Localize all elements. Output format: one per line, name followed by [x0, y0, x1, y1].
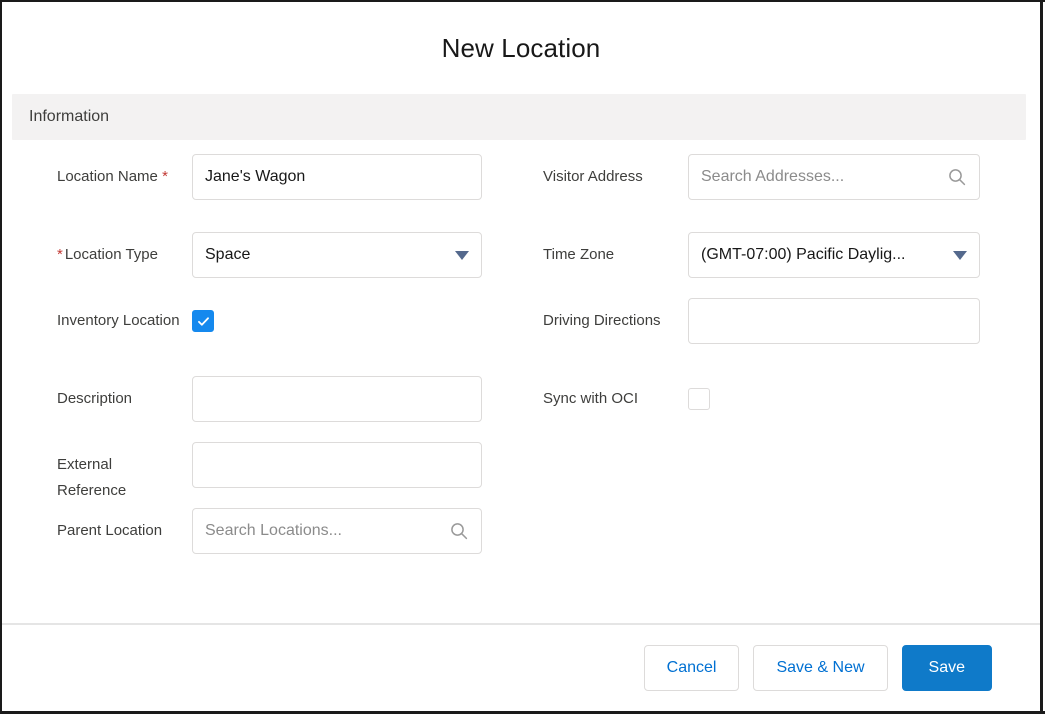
- field-sync-with-oci: Sync with OCI: [543, 376, 1026, 442]
- driving-directions-input[interactable]: [688, 298, 980, 344]
- form-grid: Location Name * Jane's Wagon * Location T: [2, 140, 1040, 560]
- window-frame-right: [1040, 0, 1043, 714]
- time-zone-value: (GMT-07:00) Pacific Daylig...: [701, 246, 906, 263]
- visitor-address-input[interactable]: Search Addresses...: [688, 154, 980, 200]
- chevron-down-icon: [455, 250, 469, 260]
- field-label-text: Sync with OCI: [543, 390, 639, 407]
- field-label-sync-with-oci: Sync with OCI: [543, 376, 688, 412]
- field-control-visitor-address: Search Addresses...: [688, 154, 1026, 200]
- screenshot-root: New Location Information Location Name *: [0, 0, 1045, 714]
- cancel-button[interactable]: Cancel: [643, 645, 740, 691]
- field-label-location-type: * Location Type: [57, 232, 192, 268]
- field-label-text: Visitor Address: [543, 168, 643, 185]
- description-input[interactable]: [192, 376, 482, 422]
- page-title: New Location: [441, 32, 601, 63]
- section-header-information: Information: [12, 94, 1026, 140]
- modal-header: New Location: [2, 2, 1040, 94]
- sync-with-oci-checkbox[interactable]: [688, 388, 710, 410]
- field-location-type: * Location Type Space: [57, 232, 519, 298]
- location-name-value: Jane's Wagon: [205, 168, 306, 185]
- field-visitor-address: Visitor Address Search Addresses...: [543, 154, 1026, 232]
- location-type-select[interactable]: Space: [192, 232, 482, 278]
- required-asterisk: *: [162, 168, 168, 185]
- parent-location-placeholder: Search Locations...: [205, 522, 342, 539]
- field-label-description: Description: [57, 376, 192, 412]
- parent-location-input[interactable]: Search Locations...: [192, 508, 482, 554]
- save-and-new-button[interactable]: Save & New: [753, 645, 888, 691]
- field-control-sync-with-oci: [688, 376, 1026, 410]
- field-label-visitor-address: Visitor Address: [543, 154, 688, 190]
- location-name-input[interactable]: Jane's Wagon: [192, 154, 482, 200]
- field-time-zone: Time Zone (GMT-07:00) Pacific Daylig...: [543, 232, 1026, 298]
- field-label-text: Location Type: [64, 246, 158, 263]
- field-external-reference: External Reference: [57, 442, 519, 508]
- inventory-location-checkbox[interactable]: [192, 310, 214, 332]
- visitor-address-placeholder: Search Addresses...: [701, 168, 845, 185]
- footer-divider: [2, 623, 1040, 625]
- field-label-external-reference: External Reference: [57, 442, 192, 504]
- section-title: Information: [29, 108, 110, 125]
- field-label-inventory-location: Inventory Location: [57, 298, 192, 334]
- field-control-location-name: Jane's Wagon: [192, 154, 519, 200]
- field-control-location-type: Space: [192, 232, 519, 278]
- field-label-text: Parent Location: [57, 522, 163, 539]
- field-control-external-reference: [192, 442, 519, 488]
- field-driving-directions: Driving Directions: [543, 298, 1026, 376]
- field-label-location-name: Location Name *: [57, 154, 192, 190]
- required-asterisk: *: [57, 246, 63, 263]
- field-control-description: [192, 376, 519, 422]
- chevron-down-icon: [953, 250, 967, 260]
- field-description: Description: [57, 376, 519, 442]
- field-control-inventory-location: [192, 298, 519, 332]
- check-icon: [197, 316, 209, 326]
- field-control-parent-location: Search Locations...: [192, 508, 519, 554]
- form-column-right: Visitor Address Search Addresses... Time…: [519, 154, 1026, 560]
- field-label-text: Location Name: [57, 168, 158, 185]
- field-inventory-location: Inventory Location: [57, 298, 519, 376]
- field-label-text: Inventory Location: [57, 312, 180, 329]
- external-reference-input[interactable]: [192, 442, 482, 488]
- modal-footer: Cancel Save & New Save: [2, 625, 1040, 711]
- save-button[interactable]: Save: [901, 645, 992, 691]
- field-label-driving-directions: Driving Directions: [543, 298, 688, 334]
- location-type-value: Space: [205, 246, 251, 263]
- modal-body: Information Location Name * Jane's Wagon: [2, 94, 1040, 625]
- search-icon[interactable]: [449, 521, 469, 541]
- field-parent-location: Parent Location Search Locations...: [57, 508, 519, 560]
- field-location-name: Location Name * Jane's Wagon: [57, 154, 519, 232]
- field-label-text: External Reference: [57, 456, 127, 499]
- search-icon[interactable]: [947, 167, 967, 187]
- field-label-time-zone: Time Zone: [543, 232, 688, 268]
- field-label-text: Time Zone: [543, 246, 615, 263]
- field-label-text: Driving Directions: [543, 312, 661, 329]
- form-column-left: Location Name * Jane's Wagon * Location T: [12, 154, 519, 560]
- field-label-parent-location: Parent Location: [57, 508, 192, 544]
- time-zone-select[interactable]: (GMT-07:00) Pacific Daylig...: [688, 232, 980, 278]
- field-control-time-zone: (GMT-07:00) Pacific Daylig...: [688, 232, 1026, 278]
- new-location-modal: New Location Information Location Name *: [2, 2, 1040, 711]
- field-label-text: Description: [57, 390, 133, 407]
- field-control-driving-directions: [688, 298, 1026, 344]
